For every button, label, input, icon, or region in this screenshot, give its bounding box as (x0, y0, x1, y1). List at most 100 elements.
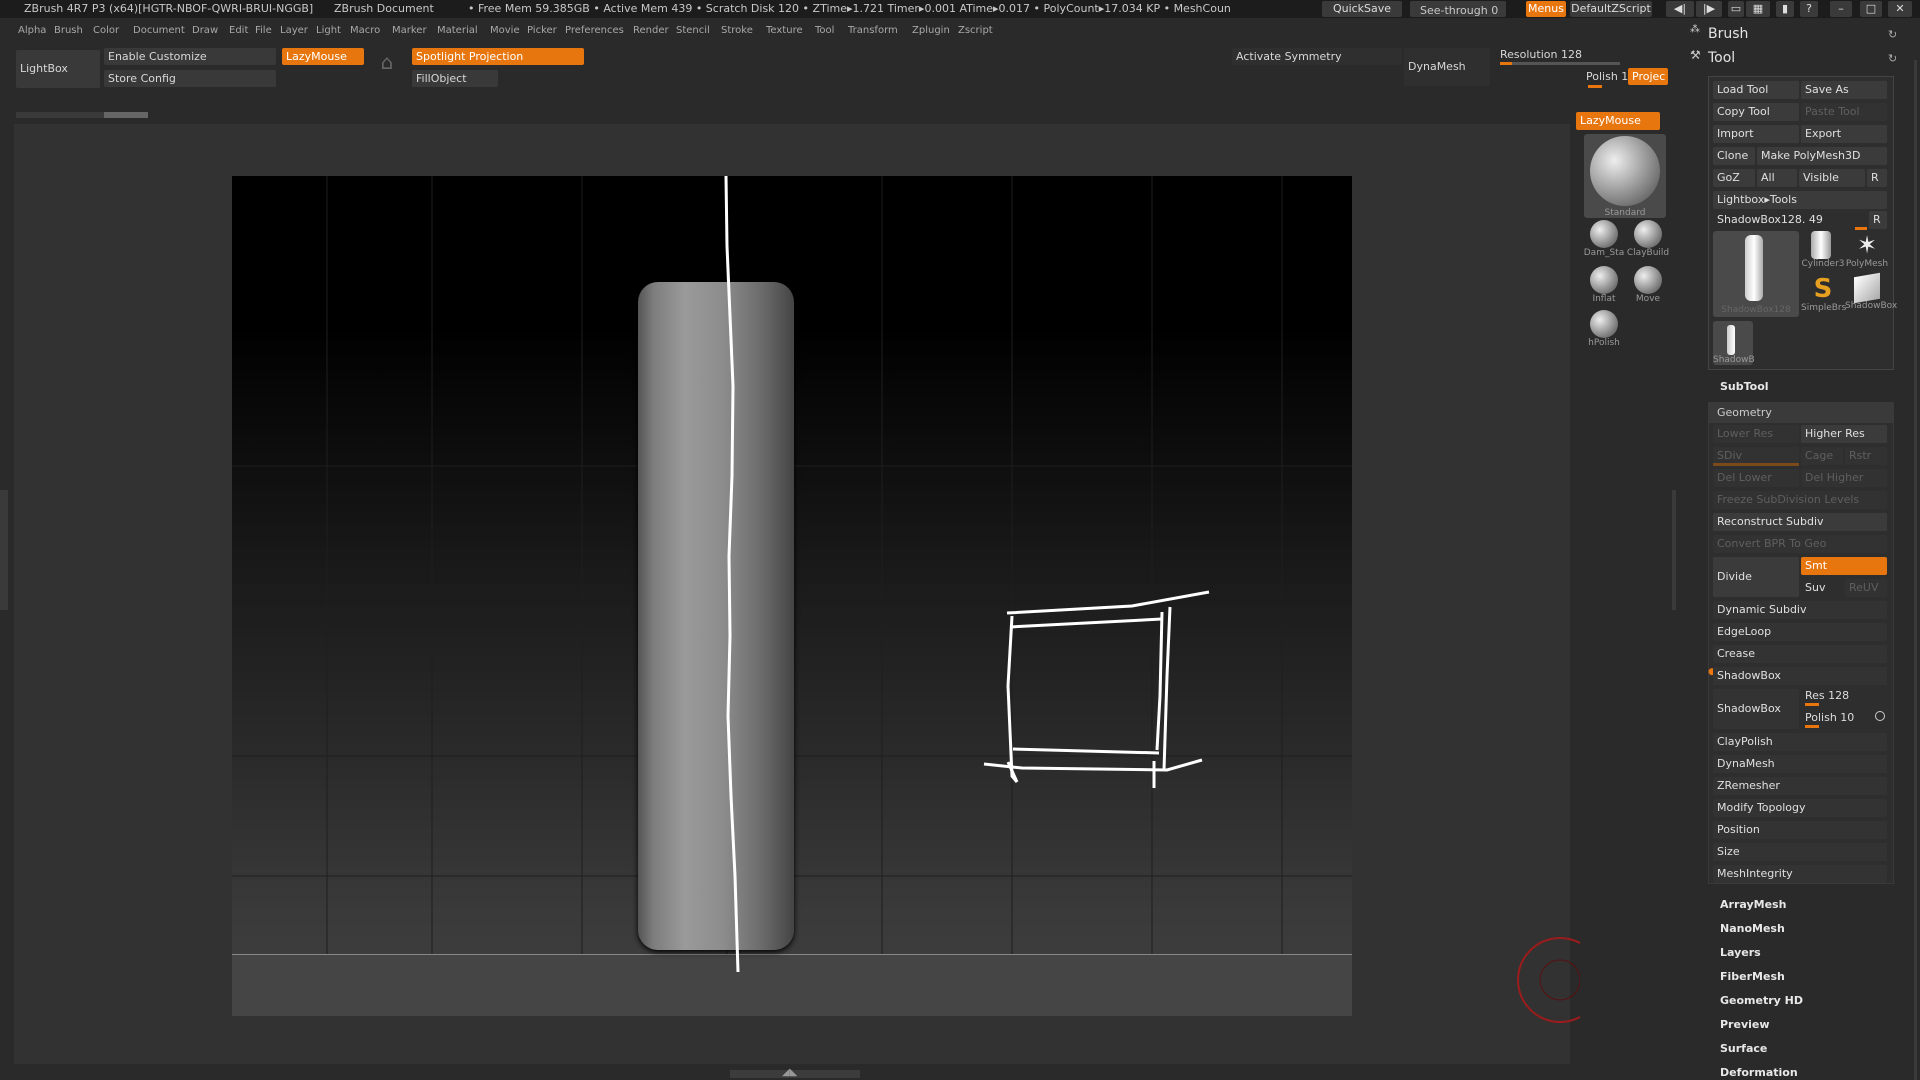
resolution-track[interactable] (1500, 62, 1620, 65)
reuv-button[interactable]: ReUV (1845, 579, 1887, 597)
menu-color[interactable]: Color (93, 25, 119, 36)
menu-light[interactable]: Light (316, 25, 341, 36)
claypolish-section[interactable]: ClayPolish (1713, 733, 1887, 751)
rstr-button[interactable]: Rstr (1845, 447, 1887, 465)
menu-layer[interactable]: Layer (280, 25, 308, 36)
left-tray-handle[interactable] (0, 490, 8, 610)
ui-layout-icon[interactable]: ◀| (1666, 1, 1694, 17)
suv-toggle[interactable]: Suv (1801, 579, 1843, 597)
store-config-button[interactable]: Store Config (104, 70, 276, 87)
convert-bpr-button[interactable]: Convert BPR To Geo (1713, 535, 1887, 553)
export-button[interactable]: Export (1801, 125, 1887, 143)
smt-toggle[interactable]: Smt (1801, 557, 1887, 575)
meshintegrity-section[interactable]: MeshIntegrity (1713, 865, 1887, 883)
shadowbox-res-slider[interactable]: Res 128 (1805, 689, 1849, 702)
polish-slider[interactable]: Polish 1 (1582, 68, 1630, 85)
del-higher-button[interactable]: Del Higher (1801, 469, 1887, 487)
polish-circle-icon[interactable] (1875, 711, 1885, 721)
menu-transform[interactable]: Transform (848, 25, 898, 36)
reconstruct-subdiv-button[interactable]: Reconstruct Subdiv (1713, 513, 1887, 531)
menu-document[interactable]: Document (133, 25, 185, 36)
lightbox-button[interactable]: LightBox (16, 50, 100, 88)
tool-r-button[interactable]: R (1869, 211, 1887, 229)
tray-arrow-icon[interactable]: ◢◣ (782, 1067, 797, 1078)
zremesher-section[interactable]: ZRemesher (1713, 777, 1887, 795)
subtool-header[interactable]: SubTool (1720, 380, 1769, 393)
brush-palette-title[interactable]: Brush (1700, 24, 1748, 44)
tool-thumb-shadowbox128[interactable]: ShadowBox128 (1713, 231, 1799, 317)
lazymouse-toggle[interactable]: LazyMouse (282, 48, 364, 65)
maximize-icon[interactable]: □ (1860, 1, 1882, 17)
freeze-subdiv-button[interactable]: Freeze SubDivision Levels (1713, 491, 1887, 509)
quicksave-button[interactable]: QuickSave (1322, 1, 1402, 17)
menu-tool[interactable]: Tool (815, 25, 834, 36)
menu-picker[interactable]: Picker (527, 25, 557, 36)
window-size-icon[interactable]: ▭ (1728, 1, 1744, 17)
paste-tool-button[interactable]: Paste Tool (1801, 103, 1887, 121)
crease-section[interactable]: Crease (1713, 645, 1887, 663)
menu-movie[interactable]: Movie (490, 25, 520, 36)
fillobject-button[interactable]: FillObject (412, 70, 498, 87)
import-button[interactable]: Import (1713, 125, 1799, 143)
divide-button[interactable]: Divide (1713, 557, 1799, 597)
goz-visible-button[interactable]: Visible (1799, 169, 1865, 187)
menu-stroke[interactable]: Stroke (721, 25, 753, 36)
tool-thumb-shadowb[interactable]: ShadowB (1713, 321, 1755, 365)
spotlight-projection-toggle[interactable]: Spotlight Projection (412, 48, 584, 65)
see-through-slider[interactable]: See-through 0 (1410, 1, 1506, 17)
current-brush-thumbnail[interactable]: Standard (1584, 134, 1666, 218)
document-canvas[interactable] (232, 176, 1352, 1016)
enable-customize-button[interactable]: Enable Customize (104, 48, 276, 65)
menu-brush[interactable]: Brush (54, 25, 83, 36)
preview-header[interactable]: Preview (1720, 1018, 1770, 1031)
dynamesh-section[interactable]: DynaMesh (1713, 755, 1887, 773)
lock-icon[interactable]: ▮ (1776, 1, 1794, 17)
ui-next-icon[interactable]: |▶ (1696, 1, 1722, 17)
geometry-header[interactable]: Geometry (1709, 403, 1893, 423)
higher-res-button[interactable]: Higher Res (1801, 425, 1887, 443)
resolution-slider[interactable]: Resolution 128 (1496, 46, 1666, 63)
activate-symmetry-button[interactable]: Activate Symmetry (1232, 48, 1402, 65)
menu-render[interactable]: Render (633, 25, 669, 36)
modify-topology-section[interactable]: Modify Topology (1713, 799, 1887, 817)
tool-thumb-polymesh[interactable]: ✶ PolyMesh (1845, 231, 1889, 275)
menu-zscript[interactable]: Zscript (958, 25, 993, 36)
surface-header[interactable]: Surface (1720, 1042, 1767, 1055)
lower-res-button[interactable]: Lower Res (1713, 425, 1799, 443)
palette-scrollbar[interactable] (1914, 60, 1917, 1080)
dam-standard-brush[interactable]: Dam_Sta (1582, 220, 1626, 264)
claybuildup-brush[interactable]: ClayBuild (1626, 220, 1670, 264)
dynamic-subdiv-section[interactable]: Dynamic Subdiv (1713, 601, 1887, 619)
brush-popout-icon[interactable]: ↻ (1888, 28, 1897, 41)
tool-thumb-simplebrush[interactable]: S SimpleBrs (1801, 275, 1846, 319)
menu-material[interactable]: Material (437, 25, 478, 36)
minimize-icon[interactable]: – (1830, 1, 1852, 17)
menu-preferences[interactable]: Preferences (565, 25, 624, 36)
menu-stencil[interactable]: Stencil (676, 25, 710, 36)
menu-marker[interactable]: Marker (392, 25, 427, 36)
shadowbox-section[interactable]: ShadowBox (1713, 667, 1887, 685)
position-section[interactable]: Position (1713, 821, 1887, 839)
goz-button[interactable]: GoZ (1713, 169, 1755, 187)
window-tile-icon[interactable]: ▦ (1746, 1, 1770, 17)
menu-macro[interactable]: Macro (350, 25, 380, 36)
geometry-hd-header[interactable]: Geometry HD (1720, 994, 1803, 1007)
lazymouse-palette-toggle[interactable]: LazyMouse (1576, 112, 1660, 130)
move-brush[interactable]: Move (1626, 266, 1670, 310)
menu-draw[interactable]: Draw (192, 25, 218, 36)
copy-tool-button[interactable]: Copy Tool (1713, 103, 1799, 121)
default-zscript-button[interactable]: DefaultZScript (1570, 1, 1652, 17)
menu-edit[interactable]: Edit (229, 25, 248, 36)
size-section[interactable]: Size (1713, 843, 1887, 861)
goz-all-button[interactable]: All (1757, 169, 1797, 187)
layers-header[interactable]: Layers (1720, 946, 1761, 959)
nanomesh-header[interactable]: NanoMesh (1720, 922, 1785, 935)
menu-file[interactable]: File (255, 25, 272, 36)
tool-popout-icon[interactable]: ↻ (1888, 52, 1897, 65)
arraymesh-header[interactable]: ArrayMesh (1720, 898, 1786, 911)
menu-alpha[interactable]: Alpha (18, 25, 46, 36)
load-tool-button[interactable]: Load Tool (1713, 81, 1799, 99)
clone-button[interactable]: Clone (1713, 147, 1755, 165)
cage-button[interactable]: Cage (1801, 447, 1843, 465)
menu-zplugin[interactable]: Zplugin (912, 25, 950, 36)
